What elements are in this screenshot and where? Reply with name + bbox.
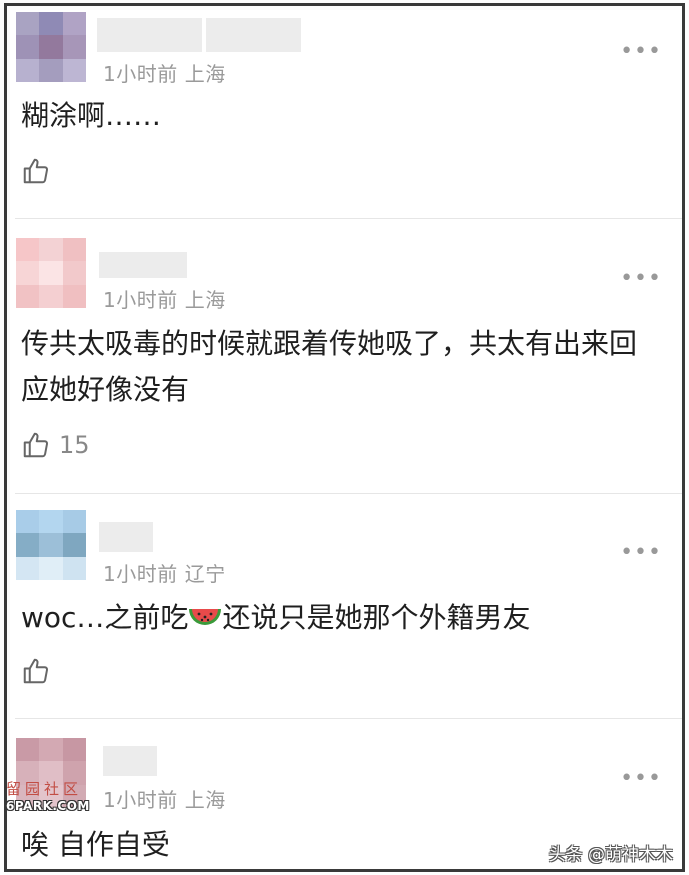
divider xyxy=(15,493,682,494)
avatar-pixel xyxy=(39,284,63,308)
thumbs-up-icon xyxy=(23,432,49,458)
avatar-pixel xyxy=(39,738,63,762)
avatar-pixel xyxy=(16,738,40,762)
username-blurred[interactable] xyxy=(206,18,301,52)
avatar-pixel xyxy=(39,261,63,285)
avatar-pixel xyxy=(39,238,63,262)
comment-time: 1小时前 xyxy=(103,562,178,586)
comment-meta: 1小时前 上海 xyxy=(103,58,226,87)
avatar-pixel xyxy=(62,58,86,82)
comment-location: 辽宁 xyxy=(184,562,226,586)
avatar-pixel xyxy=(62,510,86,534)
username-blurred[interactable] xyxy=(99,252,187,278)
avatar-pixel xyxy=(39,556,63,580)
avatar-pixel xyxy=(16,12,40,36)
avatar-pixel xyxy=(62,738,86,762)
comment-meta: 1小时前 上海 xyxy=(103,784,226,813)
avatar-pixel xyxy=(62,261,86,285)
avatar-pixel xyxy=(39,12,63,36)
avatar-pixel xyxy=(16,35,40,59)
like-button[interactable]: 15 xyxy=(21,430,90,460)
avatar-pixel xyxy=(16,284,40,308)
like-button[interactable] xyxy=(21,156,59,186)
comment-location: 上海 xyxy=(184,62,226,86)
avatar-pixel xyxy=(39,35,63,59)
divider xyxy=(15,718,682,719)
comment-text: 糊涂啊…… xyxy=(21,99,162,132)
watermark-toutiao: 头条 @萌神木木 xyxy=(548,845,673,865)
comment-time: 1小时前 xyxy=(103,62,178,86)
username-blurred[interactable] xyxy=(103,746,157,776)
comment-text-part: 还说只是她那个外籍男友 xyxy=(222,601,531,634)
avatar-pixel xyxy=(39,533,63,557)
comment-time: 1小时前 xyxy=(103,288,178,312)
more-icon[interactable]: ••• xyxy=(620,41,662,63)
avatar-pixel xyxy=(62,556,86,580)
comment-meta: 1小时前 上海 xyxy=(103,284,226,313)
more-icon[interactable]: ••• xyxy=(620,768,662,790)
avatar-pixel xyxy=(39,510,63,534)
more-icon[interactable]: ••• xyxy=(620,268,662,290)
avatar-pixel xyxy=(62,533,86,557)
comment-time: 1小时前 xyxy=(103,788,178,812)
comment-text-part: woc…之前吃 xyxy=(21,601,189,634)
avatar-pixel xyxy=(16,533,40,557)
username-blurred[interactable] xyxy=(99,522,153,552)
watermark-en: 6PARK.COM xyxy=(6,799,90,813)
avatar-pixel xyxy=(62,12,86,36)
avatar[interactable] xyxy=(16,238,86,308)
watermelon-icon xyxy=(189,609,222,625)
comment-location: 上海 xyxy=(184,788,226,812)
comment-text: woc…之前吃 还说只是她那个外籍男友 xyxy=(21,595,662,641)
avatar-pixel xyxy=(62,284,86,308)
like-button[interactable] xyxy=(21,656,59,686)
avatar-pixel xyxy=(16,58,40,82)
comment-text: 传共太吸毒的时候就跟着传她吸了，共太有出来回应她好像没有 xyxy=(21,327,638,406)
watermark-cn: 留园社区 xyxy=(6,780,83,798)
avatar-pixel xyxy=(62,35,86,59)
avatar[interactable] xyxy=(16,510,86,580)
thumbs-up-icon xyxy=(23,658,49,684)
comment-meta: 1小时前 辽宁 xyxy=(103,558,226,587)
avatar-pixel xyxy=(16,556,40,580)
more-icon[interactable]: ••• xyxy=(620,542,662,564)
username-blurred[interactable] xyxy=(97,18,202,52)
like-count: 15 xyxy=(59,431,90,459)
divider xyxy=(15,218,682,219)
comment-location: 上海 xyxy=(184,288,226,312)
thumbs-up-icon xyxy=(23,158,49,184)
watermark-6park: 留园社区 6PARK.COM xyxy=(6,778,98,813)
comment-list: 1小时前 上海 ••• 糊涂啊…… 1小时前 上海 ••• 传共太吸毒的时候就跟着传… xyxy=(4,3,685,872)
avatar-pixel xyxy=(39,58,63,82)
avatar-pixel xyxy=(16,510,40,534)
avatar-pixel xyxy=(62,238,86,262)
avatar-pixel xyxy=(16,261,40,285)
avatar-pixel xyxy=(16,238,40,262)
avatar[interactable] xyxy=(16,12,86,82)
